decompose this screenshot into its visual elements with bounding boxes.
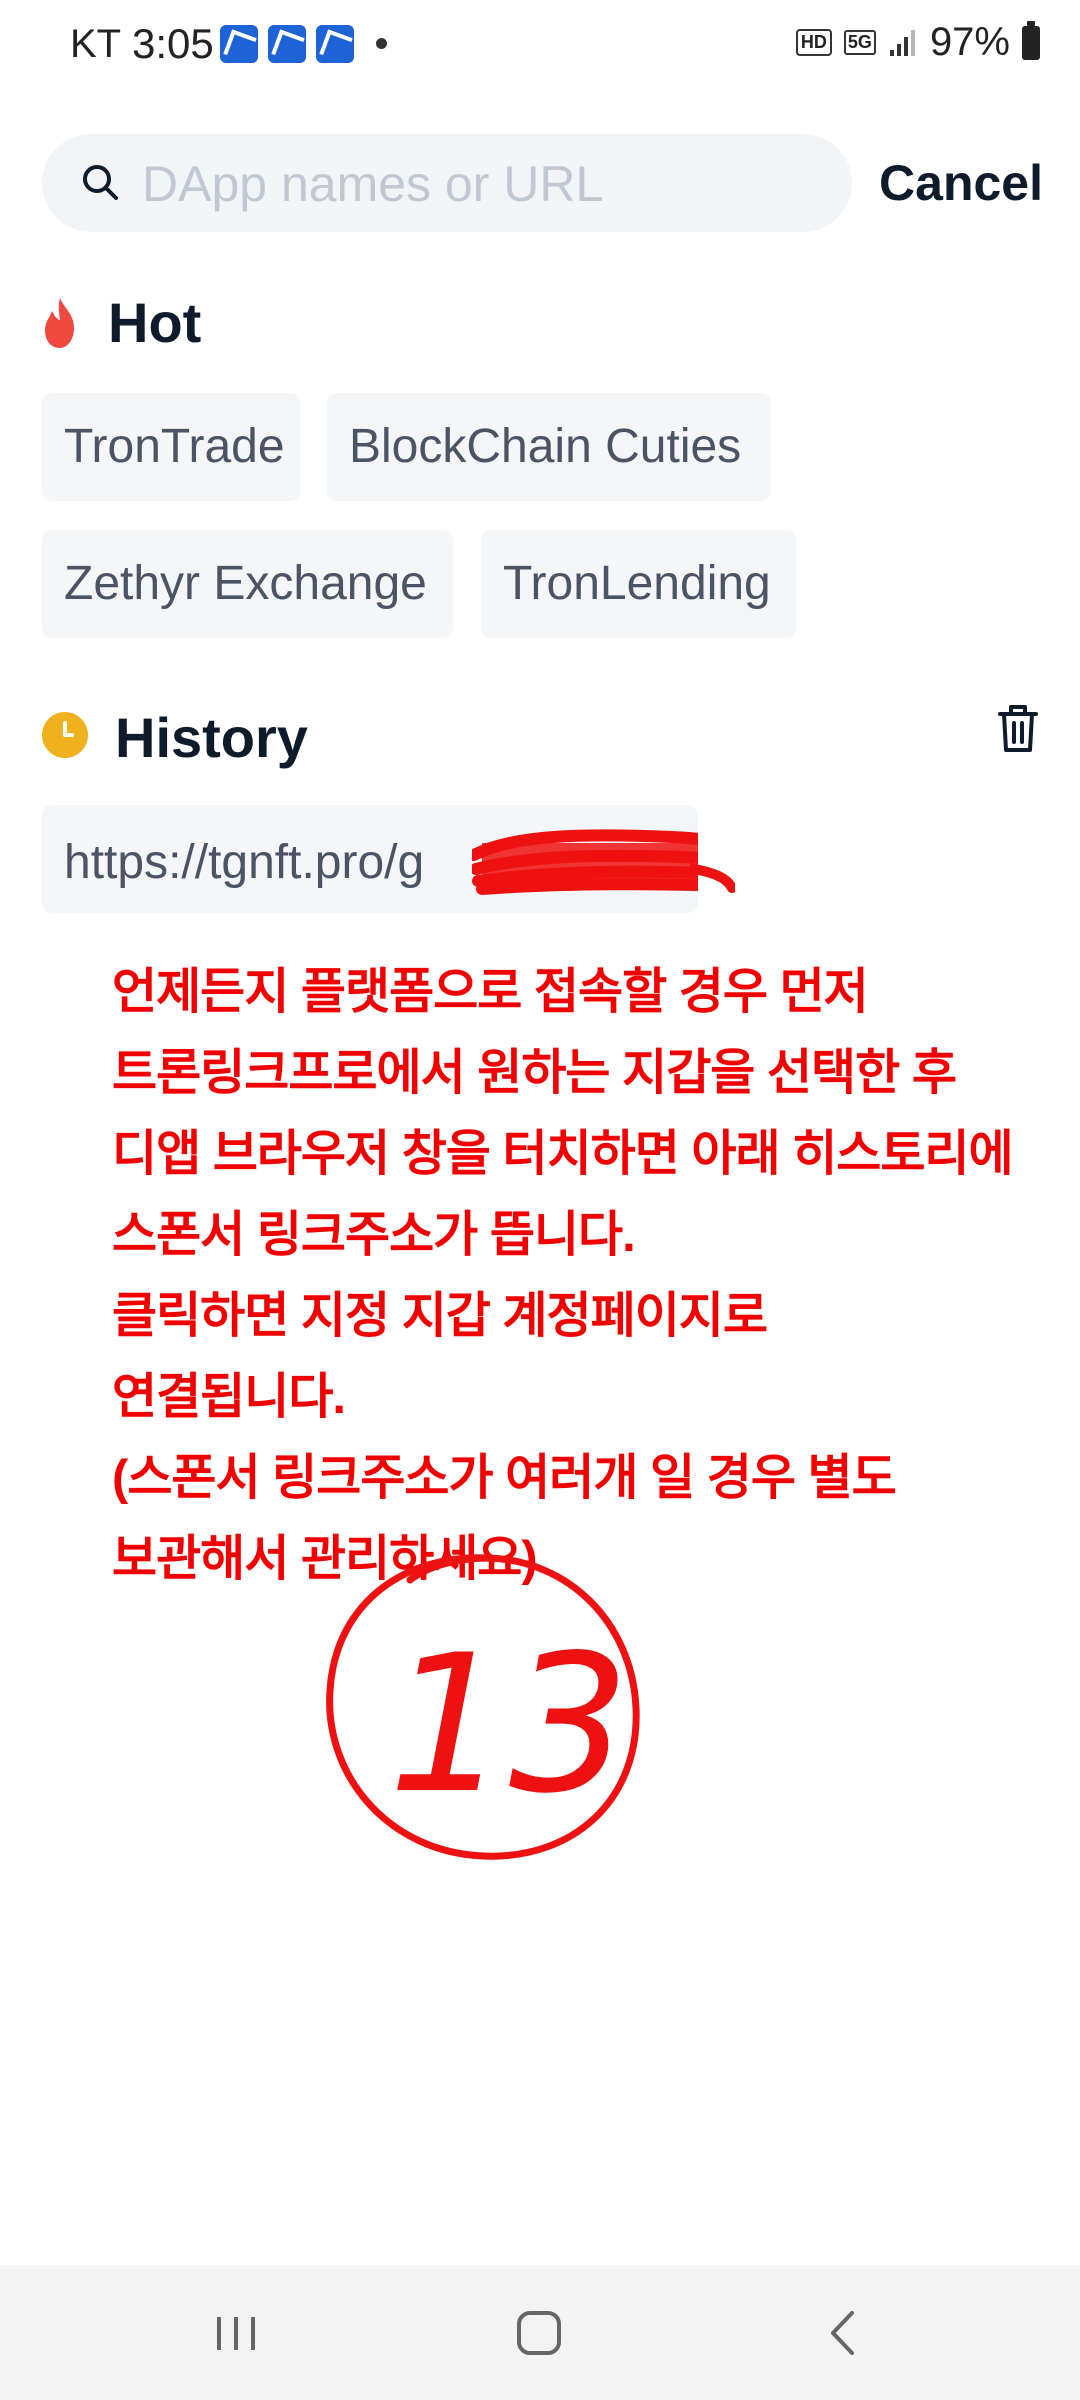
- cancel-button[interactable]: Cancel: [879, 154, 1043, 212]
- search-box[interactable]: [42, 134, 852, 232]
- hot-item-trontrade[interactable]: TronTrade: [42, 393, 300, 501]
- hot-title: Hot: [108, 291, 202, 354]
- app-notification-icon: [316, 25, 354, 63]
- circled-step-number: 13: [318, 1550, 648, 1875]
- signal-strength-icon: [888, 28, 918, 58]
- history-title: History: [115, 706, 308, 769]
- status-time: 3:05: [132, 20, 214, 67]
- status-right: HD 5G 97%: [795, 20, 1040, 65]
- navigation-bar: [0, 2265, 1080, 2400]
- history-url: https://tgnft.pro/g: [64, 836, 425, 889]
- history-item[interactable]: https://tgnft.pro/g: [42, 805, 698, 913]
- notification-icons: [220, 25, 354, 63]
- search-row: Cancel: [42, 134, 1043, 232]
- flame-icon: [45, 298, 74, 348]
- recents-icon[interactable]: [192, 2295, 282, 2370]
- hd-voice-icon: HD: [795, 29, 832, 56]
- redaction-scribble-tail: [690, 863, 735, 893]
- app-notification-icon: [220, 25, 258, 63]
- annotation-text: 언제든지 플랫폼으로 접속할 경우 먼저 트론링크프로에서 원하는 지갑을 선택…: [112, 965, 1014, 1586]
- app-notification-icon: [268, 25, 306, 63]
- battery-percent: 97%: [929, 20, 1010, 64]
- battery-icon: [1022, 20, 1040, 60]
- status-bar: KT 3:05 HD 5G 97%: [0, 0, 1080, 90]
- more-notifications-dot-icon: [376, 38, 387, 49]
- back-icon[interactable]: [798, 2295, 888, 2370]
- hot-item-zethyr-exchange[interactable]: Zethyr Exchange: [42, 530, 453, 638]
- circled-number-text: 13: [388, 1614, 630, 1835]
- trash-icon[interactable]: [996, 702, 1040, 754]
- 5g-network-icon: 5G: [843, 30, 876, 55]
- redaction-scribble: [472, 829, 698, 895]
- carrier-label: KT: [70, 22, 122, 66]
- hot-item-tronlending[interactable]: TronLending: [481, 530, 796, 638]
- clock-icon: [42, 712, 88, 758]
- hot-item-blockchain-cuties[interactable]: BlockChain Cuties: [327, 393, 771, 501]
- search-input[interactable]: [140, 152, 824, 216]
- home-icon[interactable]: [494, 2295, 584, 2370]
- search-icon: [83, 165, 118, 200]
